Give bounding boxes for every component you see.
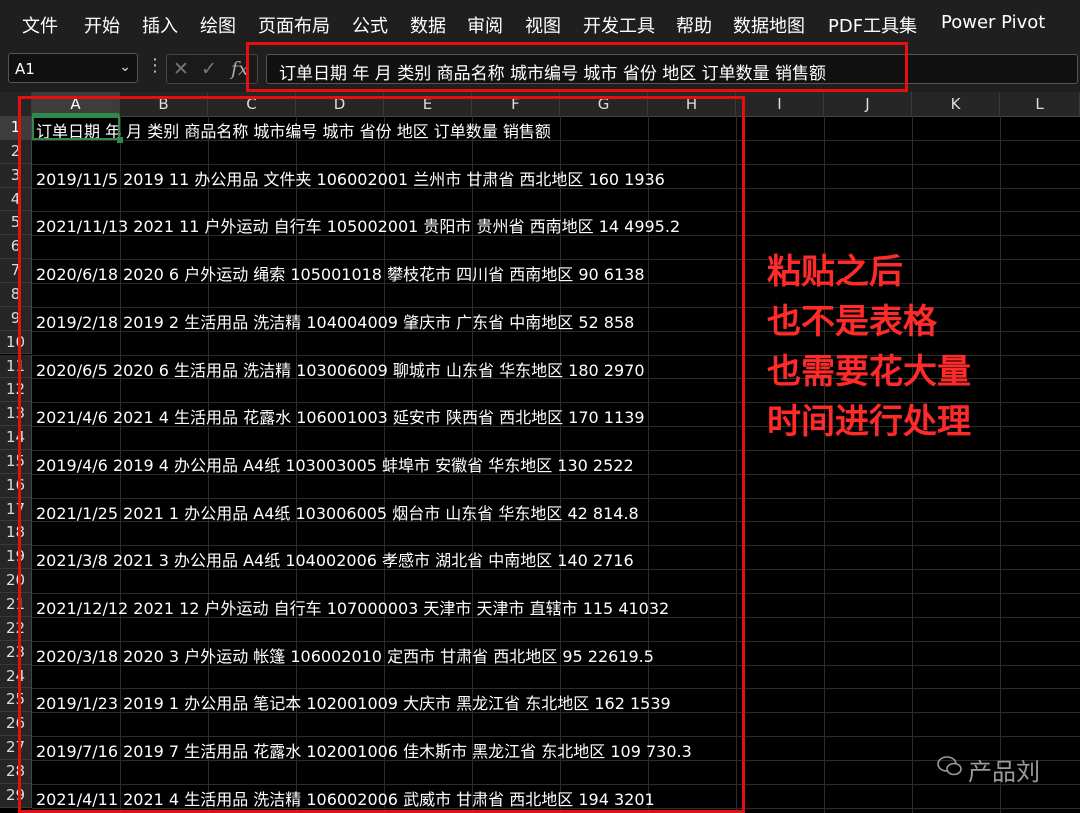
formula-highlight-box	[246, 42, 908, 92]
annotation-line: 时间进行处理	[767, 402, 971, 442]
menu-view[interactable]: 视图	[525, 12, 561, 38]
ribbon-menu-bar: 文件 开始 插入 绘图 页面布局 公式 数据 审阅 视图 开发工具 帮助 数据地…	[0, 0, 1080, 46]
annotation-line: 也需要花大量	[767, 352, 971, 392]
menu-data-map[interactable]: 数据地图	[733, 12, 805, 38]
name-box-value: A1	[15, 60, 35, 78]
annotation-line: 也不是表格	[767, 302, 937, 342]
watermark-text: 产品刘	[968, 758, 1040, 786]
name-box[interactable]: A1 ⌄	[8, 53, 138, 83]
menu-developer[interactable]: 开发工具	[583, 12, 655, 38]
menu-data[interactable]: 数据	[410, 12, 446, 38]
formula-controls: ✕ ✓ fx	[166, 54, 258, 84]
gridline	[1000, 116, 1001, 813]
menu-review[interactable]: 审阅	[467, 12, 503, 38]
cancel-icon[interactable]: ✕	[173, 58, 189, 80]
column-header-i[interactable]: I	[736, 92, 824, 116]
menu-pdf-tools[interactable]: PDF工具集	[828, 12, 917, 38]
column-header-k[interactable]: K	[912, 92, 1000, 116]
menu-home[interactable]: 开始	[84, 12, 120, 38]
gridline	[912, 116, 913, 813]
menu-power-pivot[interactable]: Power Pivot	[941, 12, 1045, 33]
annotation-text: 粘贴之后 也不是表格 也需要花大量 时间进行处理	[767, 247, 971, 447]
menu-draw[interactable]: 绘图	[200, 12, 236, 38]
menu-formulas[interactable]: 公式	[352, 12, 388, 38]
wechat-icon	[936, 754, 964, 783]
column-header-l[interactable]: L	[1000, 92, 1080, 116]
data-highlight-box	[18, 96, 745, 813]
menu-insert[interactable]: 插入	[142, 12, 178, 38]
enter-icon[interactable]: ✓	[201, 58, 217, 80]
menu-page-layout[interactable]: 页面布局	[258, 12, 330, 38]
menu-file[interactable]: 文件	[22, 12, 58, 38]
menu-help[interactable]: 帮助	[676, 12, 712, 38]
chevron-down-icon[interactable]: ⌄	[119, 59, 131, 75]
more-icon[interactable]: ⋮	[146, 55, 164, 76]
gridline	[824, 116, 825, 813]
column-header-j[interactable]: J	[824, 92, 912, 116]
annotation-line: 粘贴之后	[767, 252, 903, 292]
